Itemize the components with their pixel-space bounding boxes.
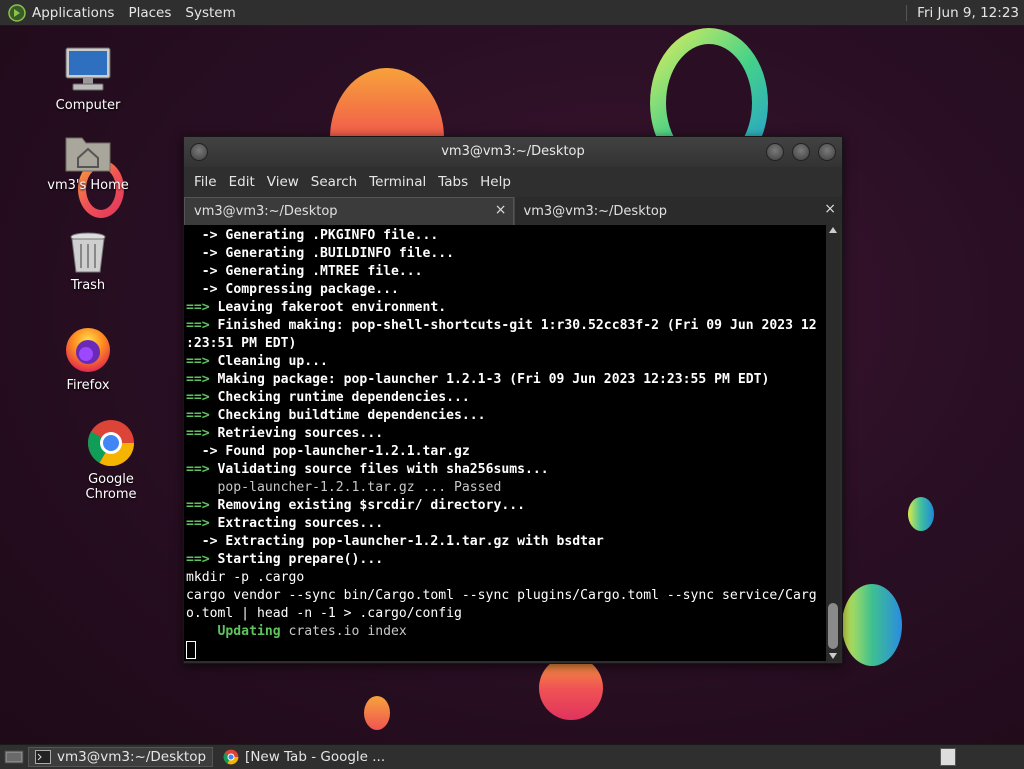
terminal-line: ==> Validating source files with sha256s…	[186, 462, 549, 477]
scroll-up-icon[interactable]	[829, 227, 837, 233]
terminal-line: cargo vendor --sync bin/Cargo.toml --syn…	[186, 588, 817, 603]
home-folder-icon	[65, 137, 111, 172]
terminal-line: o.toml | head -n -1 > .cargo/config	[186, 606, 462, 621]
trash-icon	[70, 232, 106, 273]
minimize-button[interactable]	[766, 143, 784, 161]
tab-close-icon[interactable]: ×	[824, 201, 836, 217]
menu-help[interactable]: Help	[480, 174, 511, 190]
terminal-line: ==> Removing existing $srcdir/ directory…	[186, 498, 525, 513]
menu-tabs[interactable]: Tabs	[438, 174, 468, 190]
terminal-icon	[35, 750, 51, 764]
terminal-line: -> Generating .BUILDINFO file...	[186, 246, 455, 261]
firefox-icon	[66, 328, 110, 372]
mate-logo-icon[interactable]	[8, 3, 26, 22]
taskbar-item-terminal[interactable]: vm3@vm3:~/Desktop	[28, 747, 214, 767]
terminal-window[interactable]: vm3@vm3:~/Desktop File Edit View Search …	[183, 136, 843, 664]
taskbar-item-chrome[interactable]: [New Tab - Google ...	[217, 747, 391, 767]
terminal-line: ==> Checking buildtime dependencies...	[186, 408, 486, 423]
desktop-icon-trash[interactable]: Trash	[38, 230, 138, 293]
terminal-tabbar: vm3@vm3:~/Desktop × vm3@vm3:~/Desktop ×	[184, 197, 842, 225]
terminal-scrollbar[interactable]	[826, 225, 840, 661]
terminal-cursor	[186, 641, 196, 659]
desktop-icon-firefox[interactable]: Firefox	[38, 326, 138, 393]
terminal-line: -> Generating .PKGINFO file...	[186, 228, 439, 243]
wallpaper-orange-circle-shape	[539, 656, 603, 720]
desktop-icon-label: Firefox	[66, 378, 110, 393]
desktop-icon-label: Computer	[55, 98, 121, 113]
computer-icon	[65, 47, 111, 91]
tab-2[interactable]: vm3@vm3:~/Desktop ×	[513, 197, 842, 225]
applications-menu[interactable]: Applications	[32, 5, 114, 21]
terminal-line: ==> Extracting sources...	[186, 516, 384, 531]
scroll-down-icon[interactable]	[829, 653, 837, 659]
wallpaper-green-pill-shape	[908, 497, 934, 531]
terminal-line: -> Found pop-launcher-1.2.1.tar.gz	[186, 444, 470, 459]
terminal-line: ==> Leaving fakeroot environment.	[186, 300, 447, 315]
terminal-line: ==> Cleaning up...	[186, 354, 328, 369]
menu-file[interactable]: File	[194, 174, 217, 190]
system-menu[interactable]: System	[185, 5, 235, 21]
bottom-panel: vm3@vm3:~/Desktop [New Tab - Google ...	[0, 744, 1024, 769]
menu-search[interactable]: Search	[311, 174, 357, 190]
chrome-icon	[88, 420, 134, 466]
terminal-line: pop-launcher-1.2.1.tar.gz ... Passed	[186, 480, 502, 495]
wallpaper-green-oval-shape	[842, 584, 902, 666]
terminal-output[interactable]: -> Generating .PKGINFO file... -> Genera…	[184, 225, 826, 661]
desktop-icon-label: vm3's Home	[47, 178, 129, 193]
terminal-line: -> Compressing package...	[186, 282, 399, 297]
terminal-line: Updating crates.io index	[186, 624, 407, 639]
terminal-line: ==> Making package: pop-launcher 1.2.1-3…	[186, 372, 770, 387]
top-panel: Applications Places System Fri Jun 9, 12…	[0, 0, 1024, 26]
tab-label: vm3@vm3:~/Desktop	[523, 203, 668, 219]
terminal-text: -> Generating .PKGINFO file... -> Genera…	[184, 225, 826, 659]
task-label: [New Tab - Google ...	[245, 749, 386, 765]
tab-1[interactable]: vm3@vm3:~/Desktop ×	[184, 197, 514, 225]
show-desktop-icon[interactable]	[4, 749, 24, 765]
window-title: vm3@vm3:~/Desktop	[441, 144, 585, 159]
terminal-line: -> Extracting pop-launcher-1.2.1.tar.gz …	[186, 534, 604, 549]
desktop-icon-label: Google Chrome	[85, 472, 137, 502]
terminal-line: ==> Retrieving sources...	[186, 426, 384, 441]
menu-edit[interactable]: Edit	[229, 174, 255, 190]
desktop-icon-computer[interactable]: Computer	[38, 46, 138, 113]
desktop-icon-chrome[interactable]: Google Chrome	[61, 418, 161, 502]
terminal-line: ==> Finished making: pop-shell-shortcuts…	[186, 318, 817, 333]
chrome-icon	[223, 749, 239, 765]
tab-label: vm3@vm3:~/Desktop	[194, 204, 338, 219]
desktop-icon-home[interactable]: vm3's Home	[38, 130, 138, 193]
maximize-button[interactable]	[792, 143, 810, 161]
places-menu[interactable]: Places	[128, 5, 171, 21]
terminal-line: -> Generating .MTREE file...	[186, 264, 423, 279]
scrollbar-thumb[interactable]	[828, 603, 838, 649]
terminal-line: ==> Checking runtime dependencies...	[186, 390, 470, 405]
wallpaper-orange-dot-shape	[364, 696, 390, 730]
terminal-line: ==> Starting prepare()...	[186, 552, 384, 567]
menu-terminal[interactable]: Terminal	[369, 174, 426, 190]
close-button[interactable]	[818, 143, 836, 161]
workspace-switcher[interactable]	[940, 748, 956, 766]
terminal-menubar: File Edit View Search Terminal Tabs Help	[184, 167, 842, 197]
terminal-line: :23:51 PM EDT)	[186, 336, 297, 351]
tab-close-icon[interactable]: ×	[495, 202, 507, 218]
menu-view[interactable]: View	[267, 174, 299, 190]
window-titlebar[interactable]: vm3@vm3:~/Desktop	[184, 137, 842, 167]
desktop-icon-label: Trash	[70, 278, 106, 293]
terminal-line: mkdir -p .cargo	[186, 570, 305, 585]
clock[interactable]: Fri Jun 9, 12:23	[906, 4, 1019, 21]
task-label: vm3@vm3:~/Desktop	[57, 749, 207, 765]
